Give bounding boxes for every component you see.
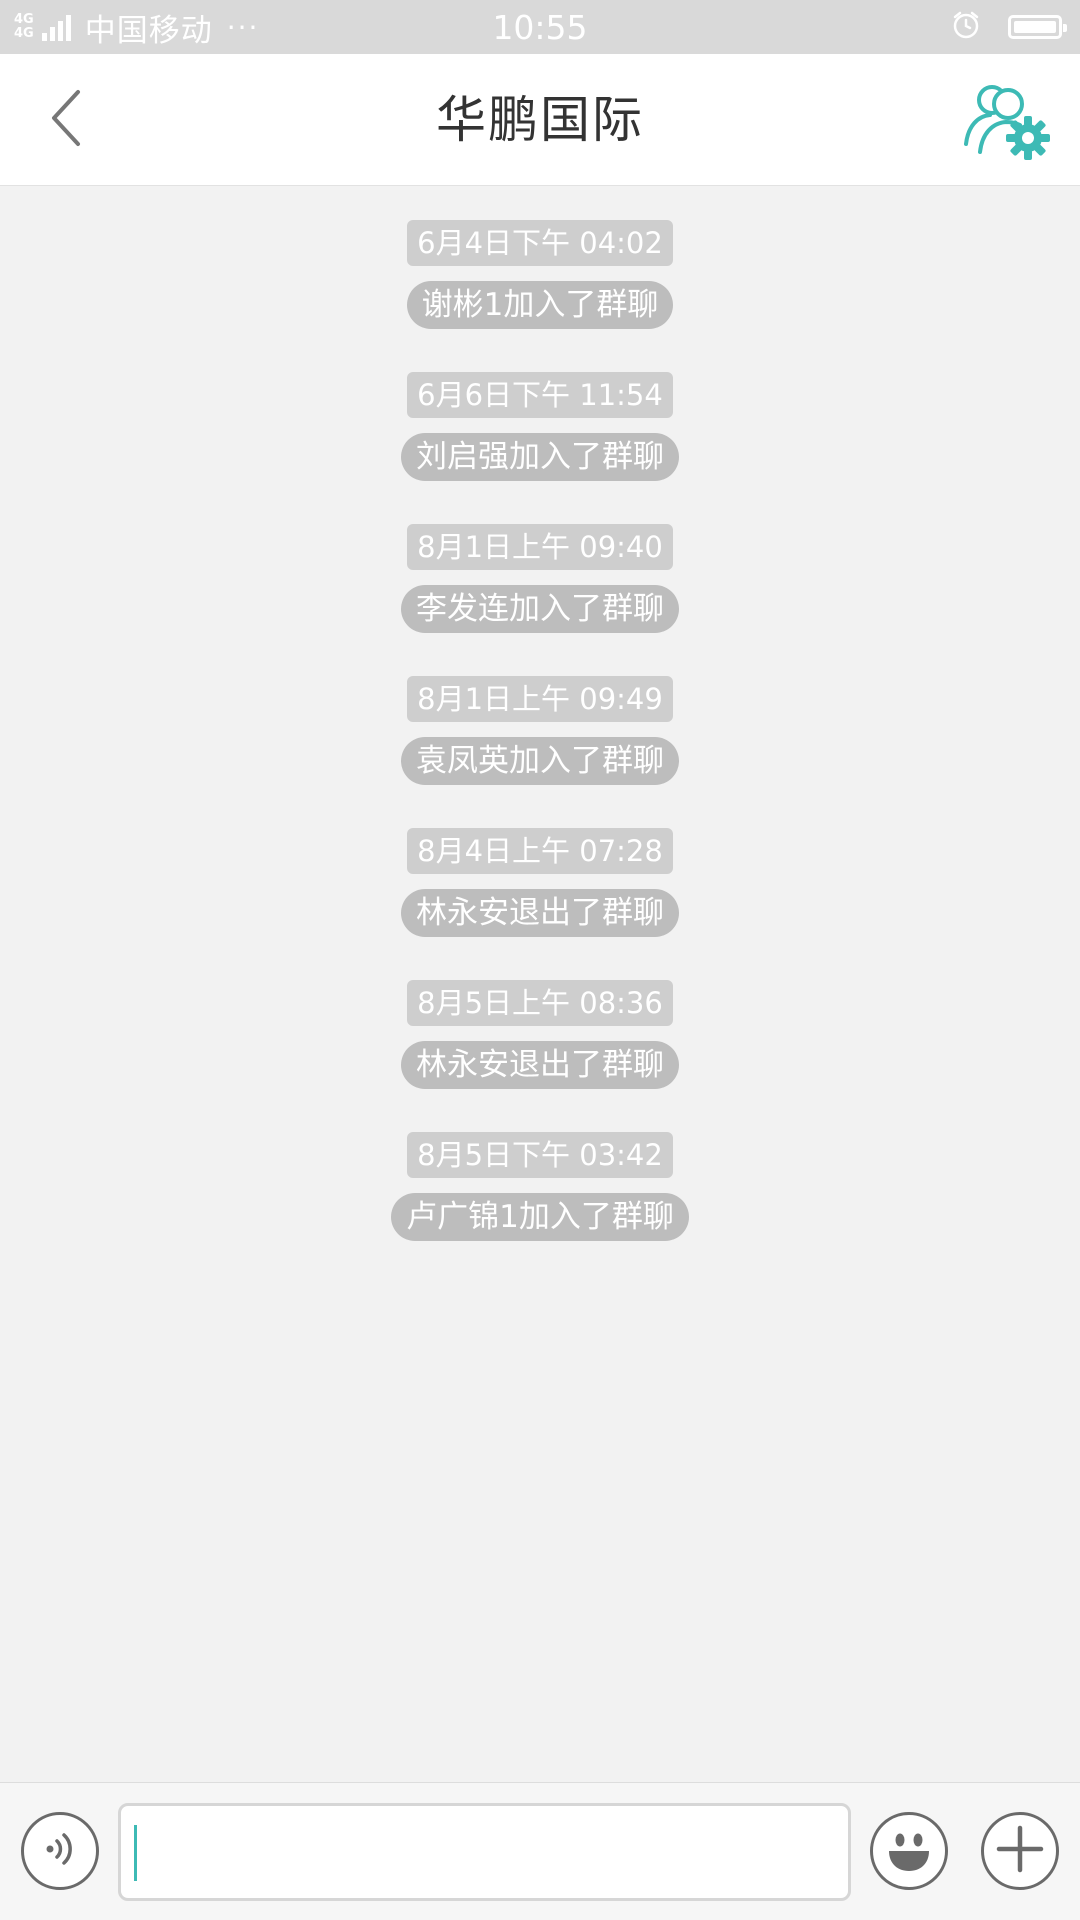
plus-icon [995, 1824, 1045, 1878]
input-bar [0, 1782, 1080, 1920]
message-input[interactable] [118, 1803, 851, 1901]
status-bar: 4G 4G 中国移动 ··· 10:55 [0, 0, 1080, 54]
alarm-icon [950, 9, 982, 45]
message-timestamp: 6月4日下午 04:02 [407, 220, 673, 266]
system-message: 李发连加入了群聊 [401, 585, 679, 633]
battery-icon [1008, 15, 1067, 39]
chat-header: 华鹏国际 [0, 54, 1080, 186]
system-message: 林永安退出了群聊 [401, 1041, 679, 1089]
system-message: 袁凤英加入了群聊 [401, 737, 679, 785]
battery-level-fill [1014, 21, 1056, 33]
message-list[interactable]: 6月4日下午 04:02 谢彬1加入了群聊 6月6日下午 11:54 刘启强加入… [0, 186, 1080, 1782]
status-right [950, 0, 1067, 54]
list-item: 8月4日上午 07:28 林永安退出了群聊 [0, 828, 1080, 937]
list-item: 8月1日上午 09:49 袁凤英加入了群聊 [0, 676, 1080, 785]
voice-button[interactable] [21, 1812, 99, 1890]
message-timestamp: 8月1日上午 09:49 [407, 676, 673, 722]
voice-icon [38, 1827, 82, 1875]
chat-screen: 4G 4G 中国移动 ··· 10:55 华鹏国际 6月4日下午 04:02 谢… [0, 0, 1080, 1920]
text-caret [134, 1825, 137, 1881]
status-time: 10:55 [492, 8, 588, 47]
emoji-icon [879, 1819, 939, 1883]
more-actions-button[interactable] [981, 1812, 1059, 1890]
message-timestamp: 8月5日上午 08:36 [407, 980, 673, 1026]
group-settings-button[interactable] [958, 76, 1054, 166]
system-message: 谢彬1加入了群聊 [406, 281, 674, 329]
list-item: 6月4日下午 04:02 谢彬1加入了群聊 [0, 220, 1080, 329]
message-timestamp: 8月1日上午 09:40 [407, 524, 673, 570]
system-message: 卢广锦1加入了群聊 [391, 1193, 689, 1241]
system-message: 林永安退出了群聊 [401, 889, 679, 937]
list-item: 8月5日上午 08:36 林永安退出了群聊 [0, 980, 1080, 1089]
page-title: 华鹏国际 [436, 91, 644, 149]
message-timestamp: 8月5日下午 03:42 [407, 1132, 673, 1178]
message-timestamp: 6月6日下午 11:54 [407, 372, 673, 418]
list-item: 8月1日上午 09:40 李发连加入了群聊 [0, 524, 1080, 633]
message-timestamp: 8月4日上午 07:28 [407, 828, 673, 874]
list-item: 6月6日下午 11:54 刘启强加入了群聊 [0, 372, 1080, 481]
emoji-button[interactable] [870, 1812, 948, 1890]
system-message: 刘启强加入了群聊 [401, 433, 679, 481]
group-settings-icon [958, 85, 1054, 170]
list-item: 8月5日下午 03:42 卢广锦1加入了群聊 [0, 1132, 1080, 1241]
